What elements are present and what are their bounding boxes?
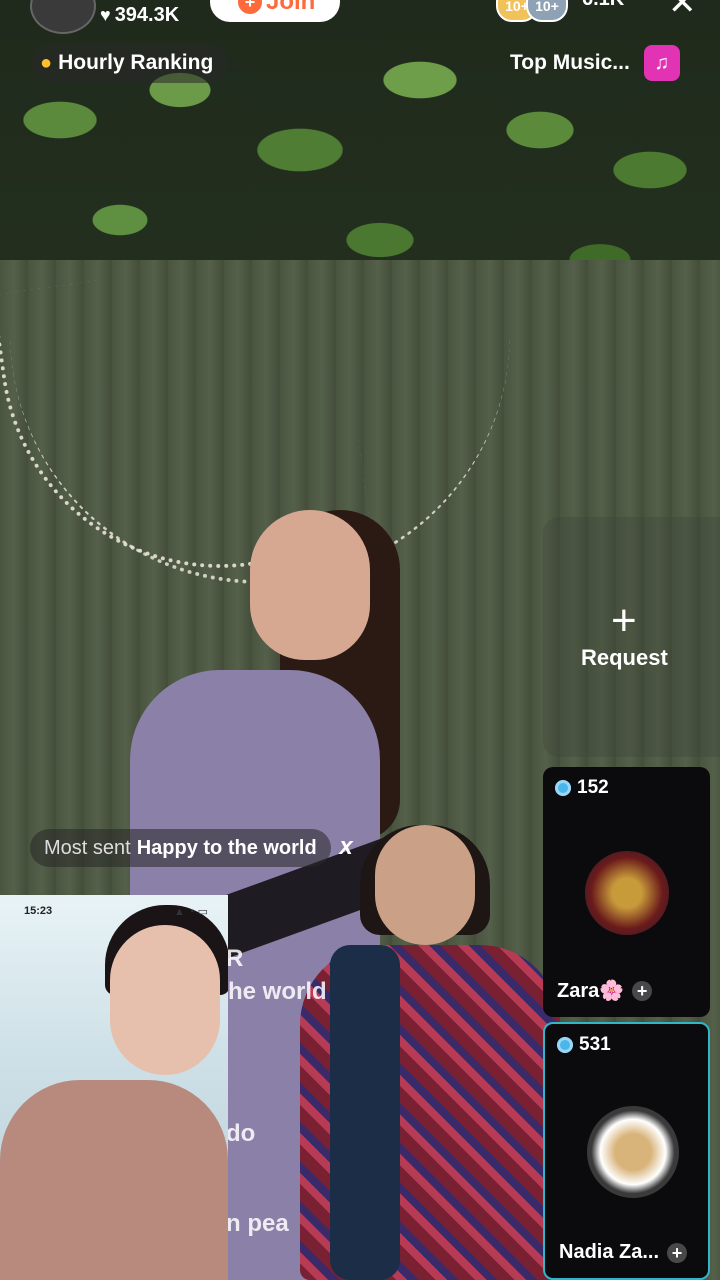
hourly-ranking-label: Hourly Ranking bbox=[58, 51, 214, 74]
close-icon[interactable]: ✕ bbox=[668, 0, 697, 20]
likes-value: 394.3K bbox=[114, 4, 180, 26]
guest-card[interactable]: 531 Nadia Za... + bbox=[543, 1022, 710, 1280]
guest-card[interactable]: 152 Zara🌸 + bbox=[543, 767, 710, 1017]
guest-score: 531 bbox=[557, 1034, 611, 1056]
guest-figure-overlay bbox=[280, 825, 570, 1280]
pip-camera-view[interactable]: 15:23 ▲ ◔ ▭ bbox=[0, 895, 228, 1280]
request-label: Request bbox=[581, 645, 668, 670]
join-label: Join bbox=[266, 0, 316, 15]
flame-icon: ● bbox=[40, 51, 53, 74]
guest-score-value: 531 bbox=[579, 1034, 611, 1055]
top-music-label: Top Music... bbox=[510, 51, 630, 74]
coin-icon bbox=[557, 1037, 573, 1053]
plus-icon: + bbox=[238, 0, 262, 14]
ghost-text: do bbox=[226, 1120, 256, 1147]
pip-status-icons: ▲ ◔ ▭ bbox=[173, 906, 208, 918]
guest-name: Nadia Za... + bbox=[559, 1241, 688, 1264]
top-music-pill[interactable]: Top Music... ♫ bbox=[510, 43, 680, 83]
likes-count: ♥ 394.3K bbox=[100, 4, 179, 27]
coin-icon bbox=[555, 780, 571, 796]
music-note-icon: ♫ bbox=[643, 45, 680, 81]
follow-plus-icon[interactable]: + bbox=[667, 1242, 688, 1263]
ghost-text: R bbox=[226, 945, 244, 972]
pip-clock: 15:23 bbox=[24, 905, 53, 917]
follow-plus-icon[interactable]: + bbox=[632, 980, 653, 1001]
request-button[interactable]: + Request bbox=[543, 517, 720, 757]
ghost-text: n pea bbox=[226, 1210, 289, 1237]
viewer-badge: 10+ bbox=[526, 0, 568, 22]
gift-banner-name: Happy to the world bbox=[136, 836, 317, 859]
avatar[interactable] bbox=[585, 851, 669, 935]
guest-name-label: Nadia Za... bbox=[559, 1241, 660, 1263]
guest-score-value: 152 bbox=[577, 777, 609, 798]
avatar[interactable] bbox=[587, 1106, 679, 1198]
plus-icon: + bbox=[611, 596, 637, 645]
guest-name: Zara🌸 + bbox=[557, 978, 653, 1003]
gift-banner: Most sent Happy to the world x bbox=[30, 829, 353, 867]
guest-name-label: Zara🌸 bbox=[557, 980, 625, 1002]
guest-score: 152 bbox=[555, 777, 609, 799]
gift-banner-x[interactable]: x bbox=[339, 833, 352, 861]
ghost-text: he world bbox=[228, 978, 327, 1005]
heart-icon: ♥ bbox=[100, 5, 111, 25]
viewer-count[interactable]: 6.1K bbox=[582, 0, 624, 11]
gift-banner-prefix: Most sent bbox=[44, 836, 131, 859]
join-button[interactable]: + Join bbox=[210, 0, 340, 22]
hourly-ranking-pill[interactable]: ● Hourly Ranking bbox=[30, 43, 228, 83]
